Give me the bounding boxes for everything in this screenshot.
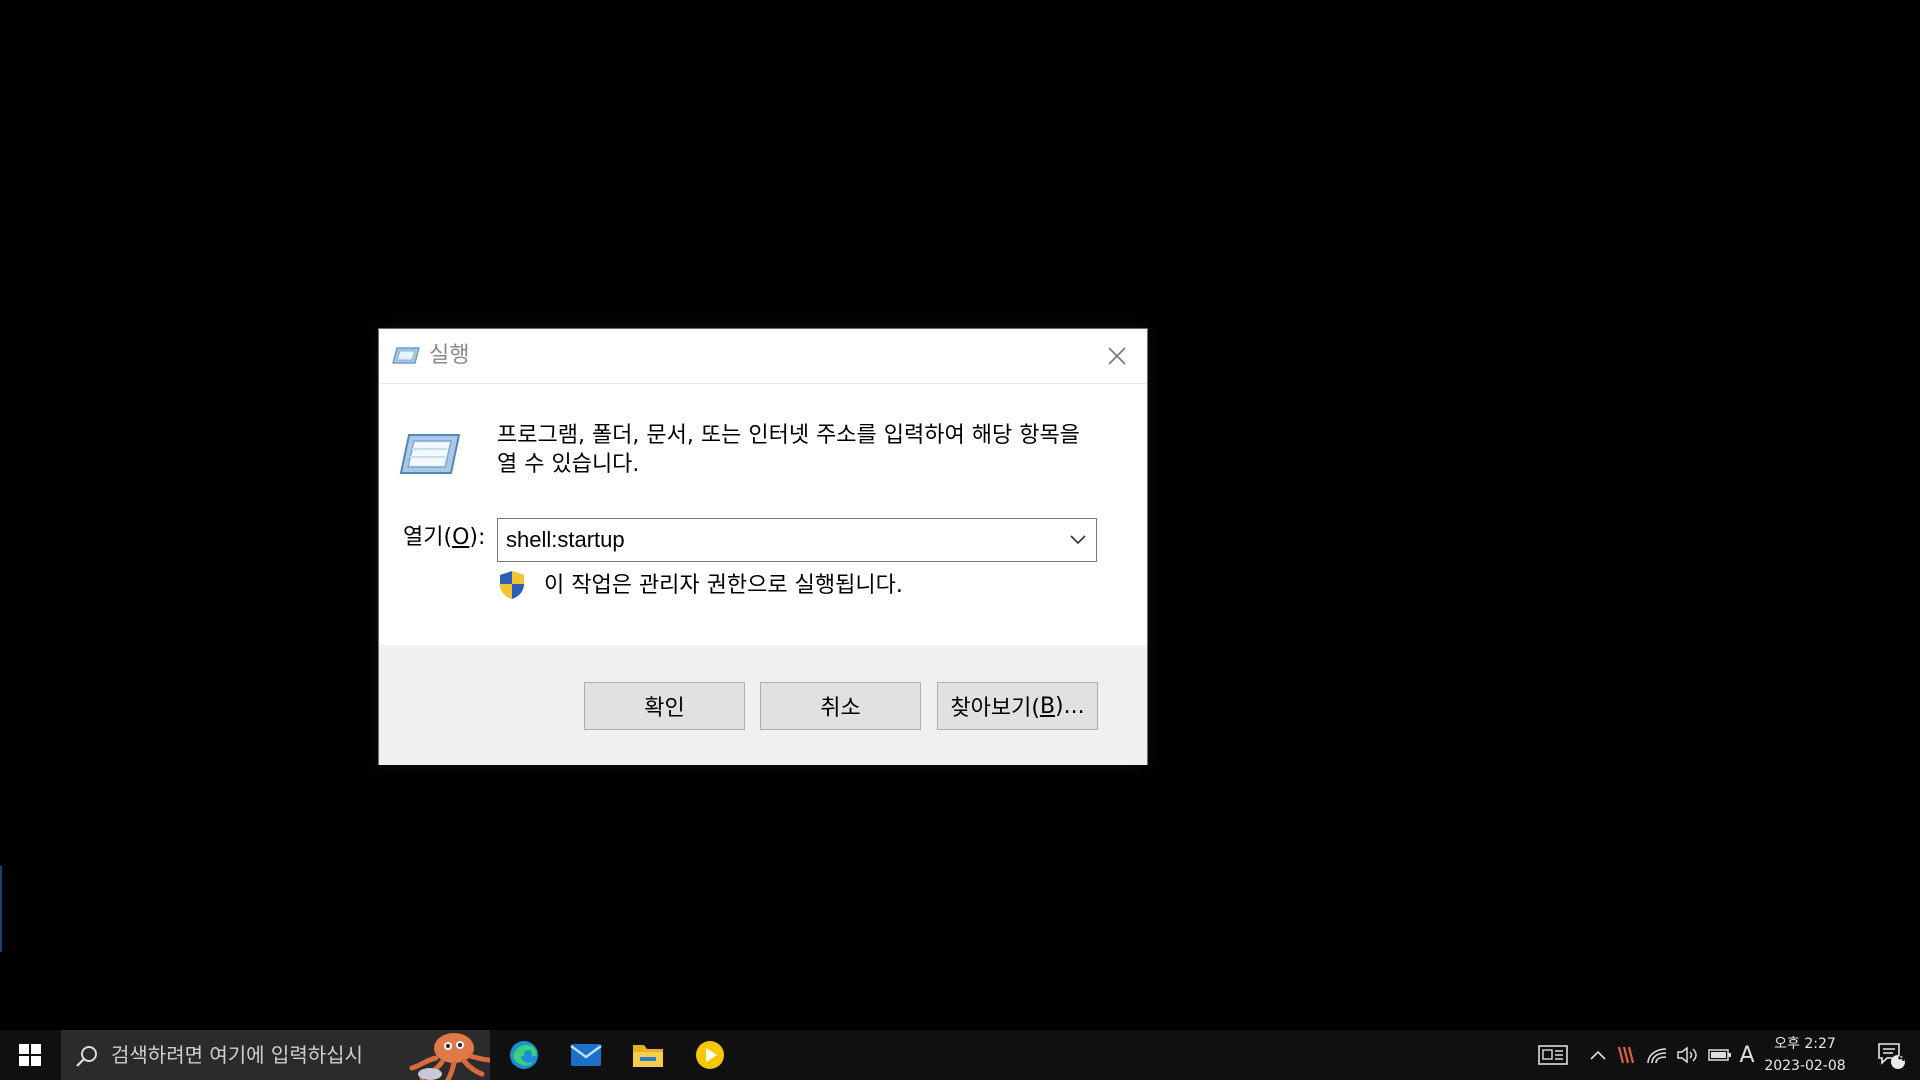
cancel-button[interactable]: 취소 [760,682,921,730]
desktop-edge-highlight [0,866,2,952]
search-highlight-octopus-icon [409,1033,490,1080]
taskbar-media-player[interactable] [679,1030,741,1080]
notification-center-button[interactable]: 4 [1862,1030,1920,1080]
open-label-suffix: ): [469,525,486,550]
volume-icon [1677,1046,1697,1064]
run-icon [392,347,420,364]
tray-network[interactable] [1644,1040,1670,1070]
ok-button[interactable]: 확인 [584,682,745,730]
browse-label-prefix: 찾아보기( [950,696,1040,721]
tray-app[interactable] [1614,1040,1640,1070]
open-dropdown-button[interactable] [1060,519,1096,561]
uac-shield-icon [500,571,524,599]
chevron-down-icon [1070,535,1086,545]
dialog-description: 프로그램, 폴더, 문서, 또는 인터넷 주소를 입력하여 해당 항목을 열 수… [497,423,1080,477]
title-bar[interactable]: 실행 [379,329,1147,383]
start-button[interactable] [0,1030,60,1080]
dialog-title: 실행 [429,343,470,368]
open-combobox[interactable] [497,518,1097,562]
run-dialog: 실행 프로그램, 폴더, 문서, 또는 인터넷 주소를 입력하여 해당 항목을 … [378,328,1148,765]
tray-app-icon [1617,1046,1635,1064]
battery-icon [1708,1049,1731,1061]
windows-logo-icon [19,1044,41,1066]
close-icon [1108,347,1126,365]
file-explorer-icon [633,1045,663,1067]
clock-time: 오후 2:27 [1774,1036,1836,1052]
browse-label-key: B [1039,693,1056,719]
admin-notice: 이 작업은 관리자 권한으로 실행됩니다. [544,573,903,598]
browse-label-suffix: )... [1055,693,1085,719]
open-label: 열기(O): [403,523,485,553]
edge-icon [510,1041,538,1069]
close-button[interactable] [1087,329,1147,383]
tray-volume[interactable] [1674,1040,1702,1070]
open-label-key: O [452,525,470,550]
tray-battery[interactable] [1706,1040,1734,1070]
open-input[interactable] [498,519,1064,561]
search-placeholder: 검색하려면 여기에 입력하십시 [111,1043,363,1067]
media-player-icon [696,1041,724,1069]
notification-count-badge: 4 [1897,1050,1907,1064]
open-label-prefix: 열기( [403,525,453,550]
title-divider [379,383,1147,384]
taskbar-clock[interactable]: 오후 2:27 2023-02-08 [1762,1033,1848,1077]
browse-button[interactable]: 찾아보기(B)... [937,682,1098,730]
tray-input-method[interactable]: A [1736,1040,1758,1070]
clock-date: 2023-02-08 [1764,1058,1846,1074]
wifi-icon [1647,1048,1667,1064]
search-icon [76,1046,97,1067]
mail-icon [570,1044,602,1066]
chevron-up-icon [1590,1050,1606,1060]
tray-news-widget[interactable] [1536,1040,1570,1070]
taskbar-search[interactable]: 검색하려면 여기에 입력하십시 [61,1030,490,1080]
taskbar-edge[interactable] [493,1030,555,1080]
taskbar-mail[interactable] [555,1030,617,1080]
taskbar-file-explorer[interactable] [617,1030,679,1080]
tray-show-hidden[interactable] [1586,1040,1610,1070]
news-icon [1538,1045,1568,1065]
button-bar: 확인 취소 찾아보기(B)... [379,645,1147,765]
taskbar: 검색하려면 여기에 입력하십시 A 오후 2:27 2023-02-08 4 [0,1030,1920,1080]
run-large-icon [399,434,461,474]
